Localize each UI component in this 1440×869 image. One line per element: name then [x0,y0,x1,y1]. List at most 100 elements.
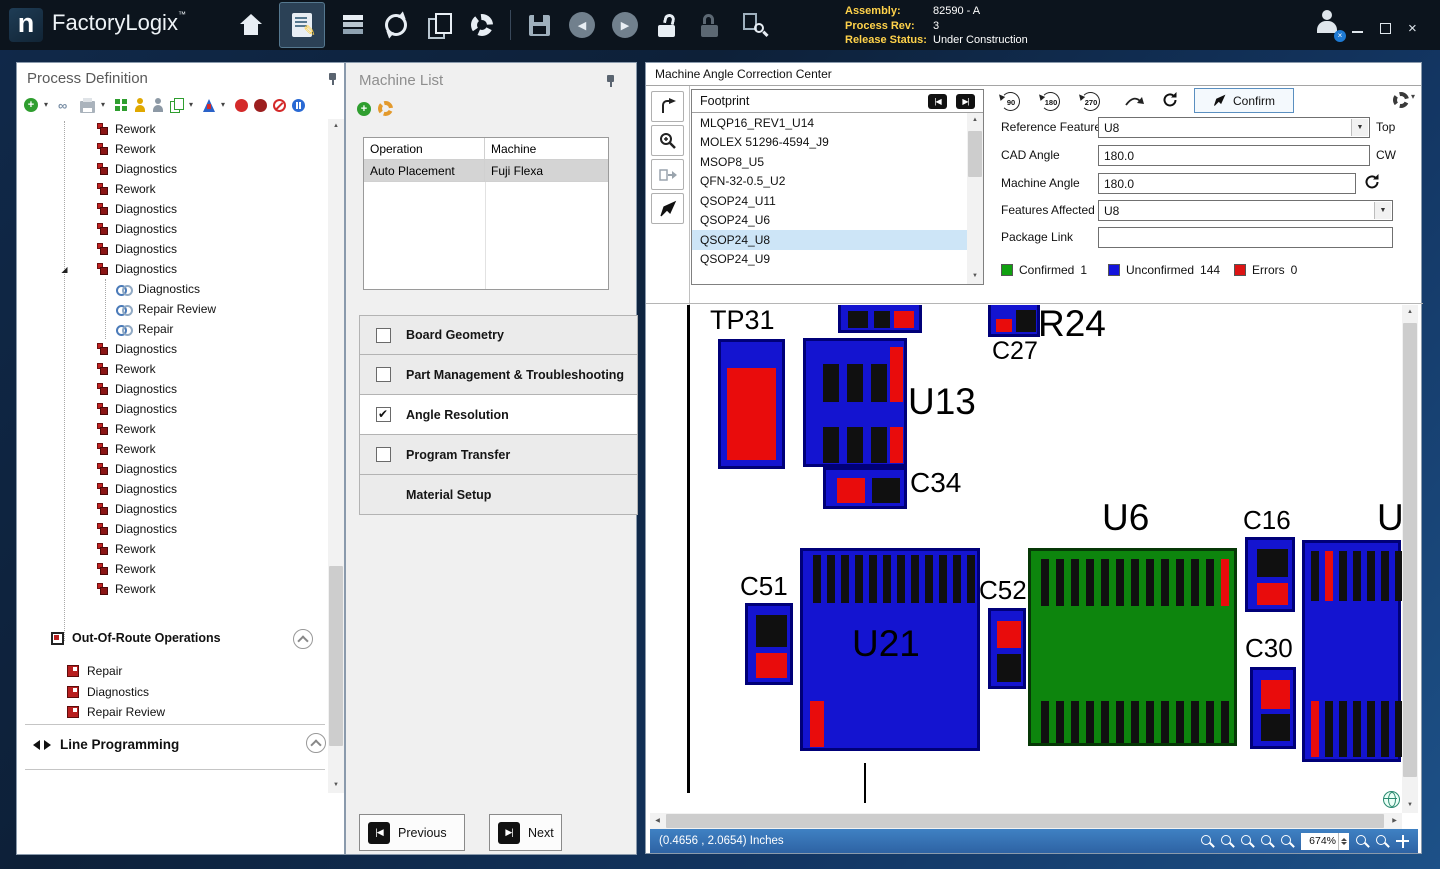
next-button[interactable]: Next [489,814,562,851]
forward-button[interactable] [610,10,640,40]
pcb-part-board-edge[interactable] [687,305,690,793]
globe-icon[interactable] [1383,791,1400,808]
user-button[interactable] [1312,9,1344,41]
tree-item[interactable]: Rework [17,419,328,439]
maximize-button[interactable] [1380,23,1391,34]
tree-item[interactable]: Diagnostics [17,279,328,299]
pcb-horizontal-scrollbar[interactable] [650,813,1402,829]
rotate-180-button[interactable]: 180 [1038,90,1064,114]
scroll-thumb[interactable] [666,814,1384,828]
scroll-down-icon[interactable] [1402,798,1418,813]
machine-table-row[interactable]: Auto Placement Fuji Flexa [364,160,608,182]
copy-caret-icon[interactable] [189,100,197,110]
refresh-machine-angle-button[interactable] [1364,174,1380,195]
footprint-item[interactable]: QSOP24_U8 [692,230,967,250]
rotate-90-button[interactable]: 90 [998,90,1024,114]
dropdown-icon[interactable] [1374,202,1391,219]
scroll-left-icon[interactable] [650,813,665,829]
scroll-thumb[interactable] [968,131,982,177]
print-caret-icon[interactable] [101,100,109,110]
remove-button[interactable] [273,99,286,112]
pin-icon[interactable] [326,72,338,86]
record-button[interactable] [235,99,248,112]
pcb-canvas[interactable]: TP31R24C27U13C34U6C16UC51C52U21C30 [650,305,1402,813]
zoom-selection-button[interactable] [651,125,684,156]
footprint-item[interactable]: MSOP8_U5 [692,152,967,172]
documents-button[interactable] [424,10,454,40]
scroll-thumb[interactable] [329,566,343,746]
tree-item[interactable]: Repair Review [17,299,328,319]
step-checkbox[interactable] [376,328,391,343]
settings-button[interactable] [467,10,497,40]
dart-button[interactable] [651,193,684,224]
pcb-part-u13[interactable] [803,338,907,467]
tree-item[interactable]: Diagnostics [17,459,328,479]
test-caret-icon[interactable] [221,100,229,110]
tree-item[interactable]: Diagnostics [17,259,328,279]
step-checkbox[interactable] [376,367,391,382]
close-button[interactable] [1408,22,1417,35]
scroll-up-icon[interactable] [328,119,344,134]
scroll-thumb[interactable] [1403,323,1417,777]
tree-item[interactable]: Diagnostics [17,399,328,419]
pin-icon[interactable] [604,74,616,88]
footprint-item[interactable]: QSOP24_U11 [692,191,967,211]
rotate-270-button[interactable]: 270 [1078,90,1104,114]
line-programming-header[interactable]: Line Programming [33,737,179,752]
print-button[interactable] [80,101,95,113]
expander-icon[interactable] [57,265,72,274]
zoom-extents-icon[interactable] [1261,835,1274,848]
pcb-part-fiducial-tick[interactable] [864,763,866,803]
scroll-right-icon[interactable] [1387,813,1402,829]
back-button[interactable] [567,10,597,40]
zoom-level-field[interactable]: 674% [1301,833,1349,850]
package-link-input[interactable] [1098,227,1393,248]
pcb-part-c34[interactable] [823,467,907,509]
options-button[interactable] [1393,92,1419,108]
pcb-vertical-scrollbar[interactable] [1402,305,1418,813]
tree-item[interactable]: Rework [17,539,328,559]
record-alt-button[interactable] [254,99,267,112]
machine-settings-icon[interactable] [378,101,393,116]
scroll-up-icon[interactable] [967,113,983,128]
pcb-part-c52[interactable] [988,608,1026,689]
operation-column-header[interactable]: Operation [364,138,485,159]
last-footprint-button[interactable] [956,94,975,109]
first-footprint-button[interactable] [928,94,947,109]
zoom-in-icon[interactable] [1201,835,1214,848]
zoom-previous-icon[interactable] [1376,835,1389,848]
assign-user-button[interactable] [134,98,146,112]
minimize-button[interactable] [1352,31,1363,33]
tree-item[interactable]: Rework [17,559,328,579]
pause-button[interactable] [292,99,305,112]
out-of-route-header[interactable]: Out-Of-Route Operations [51,631,221,645]
reference-feature-select[interactable]: U8 [1098,117,1370,138]
confirm-button[interactable]: Confirm [1194,88,1294,113]
tree-item[interactable]: Diagnostics [17,479,328,499]
line-programming-collapse-button[interactable] [306,733,326,753]
home-button[interactable] [236,10,266,40]
pcb-part-c16[interactable] [1245,537,1295,612]
zoom-realtime-icon[interactable] [1356,835,1369,848]
step-item[interactable]: Board Geometry [359,315,638,355]
cad-angle-input[interactable]: 180.0 [1098,145,1370,166]
out-of-route-collapse-button[interactable] [293,629,313,649]
test-button[interactable] [203,99,215,112]
add-operation-button[interactable] [24,98,38,112]
tree-item[interactable]: Diagnostics [17,499,328,519]
tree-item[interactable]: Rework [17,179,328,199]
save-button[interactable] [524,10,554,40]
user-gray-button[interactable] [152,98,164,112]
lock-button[interactable] [696,10,726,40]
step-item[interactable]: Angle Resolution [359,395,638,435]
out-of-route-item[interactable]: Diagnostics [17,682,328,703]
footprint-item[interactable]: QSOP24_U6 [692,211,967,231]
zoom-stepper[interactable] [1338,833,1349,850]
footprint-item[interactable]: QFN-32-0.5_U2 [692,172,967,192]
step-checkbox[interactable] [376,407,391,422]
machine-angle-input[interactable]: 180.0 [1098,173,1356,194]
out-of-route-item[interactable]: Repair [17,661,328,682]
link-button[interactable] [58,98,74,112]
zoom-window-icon[interactable] [1241,835,1254,848]
tree-item[interactable]: Rework [17,139,328,159]
